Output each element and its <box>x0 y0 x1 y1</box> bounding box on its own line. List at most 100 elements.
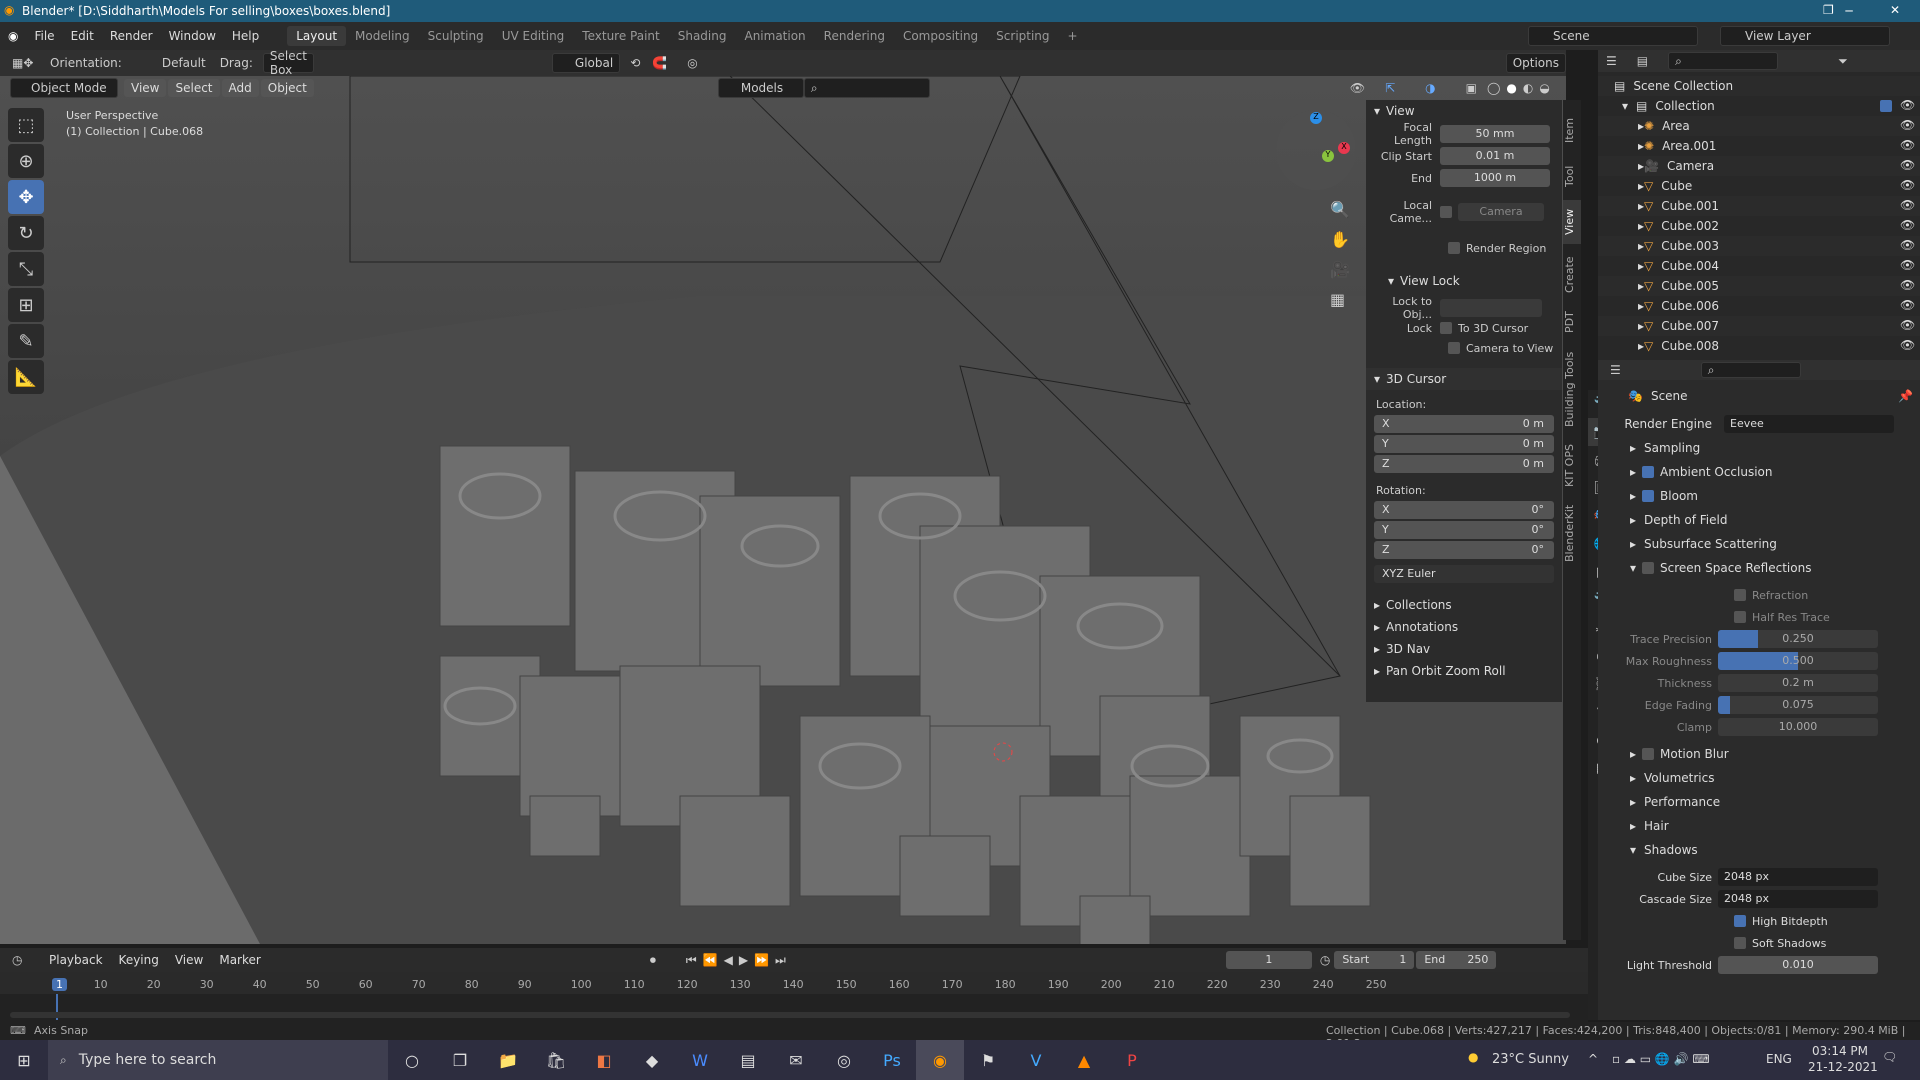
weather-text[interactable]: 23°C Sunny <box>1492 1052 1569 1067</box>
solid-shading-icon[interactable]: ● <box>1506 81 1516 95</box>
jump-start-icon[interactable]: ⏮ <box>686 953 697 968</box>
file-explorer-icon[interactable]: 📁 <box>484 1040 532 1080</box>
vpn-icon[interactable]: V <box>1012 1040 1060 1080</box>
outliner-item[interactable]: ▸ ▽ Cube.002 👁 <box>1598 216 1920 236</box>
windows-start-icon[interactable]: ⊞ <box>0 1040 48 1080</box>
local-camera-field[interactable]: Camera <box>1458 203 1544 221</box>
vlc-icon[interactable]: ▲ <box>1060 1040 1108 1080</box>
properties-search[interactable]: ⌕ <box>1700 362 1801 378</box>
hair-section[interactable]: ▸ Hair <box>1598 814 1920 838</box>
3d-viewport[interactable]: User Perspective (1) Collection | Cube.0… <box>0 76 1566 944</box>
ssr-field[interactable]: 0.500 <box>1718 652 1878 670</box>
cursor-loc-z[interactable]: Z0 m <box>1374 455 1554 473</box>
cursor-loc-y[interactable]: Y0 m <box>1374 435 1554 453</box>
bloom-section[interactable]: ▸ Bloom <box>1598 484 1920 508</box>
volumetrics-section[interactable]: ▸ Volumetrics <box>1598 766 1920 790</box>
eye-icon[interactable]: 👁 <box>1900 298 1915 312</box>
collection-eye-icon[interactable]: 👁 <box>1900 98 1915 112</box>
menu-keying[interactable]: Keying <box>112 951 166 969</box>
tab-texture-paint[interactable]: Texture Paint <box>573 26 668 46</box>
menu-playback[interactable]: Playback <box>42 951 110 969</box>
snap-icon[interactable]: 🧲 <box>652 56 667 70</box>
xray-icon[interactable]: ▣ <box>1466 81 1477 95</box>
high-bitdepth-checkbox[interactable] <box>1734 915 1746 927</box>
cortana-icon[interactable]: ○ <box>388 1040 436 1080</box>
ssr-section[interactable]: ▾ Screen Space Reflections <box>1598 556 1920 580</box>
outliner-item[interactable]: ▸ ▽ Cube.008 👁 <box>1598 336 1920 356</box>
gizmo-z-axis[interactable]: Z <box>1310 112 1322 124</box>
outliner-item[interactable]: ▸ ▽ Cube.003 👁 <box>1598 236 1920 256</box>
ssr-field[interactable]: 0.075 <box>1718 696 1878 714</box>
clock-date[interactable]: 21-12-2021 <box>1808 1060 1878 1074</box>
shadows-section[interactable]: ▾ Shadows <box>1598 838 1920 862</box>
pivot-icon[interactable]: ⟲ <box>630 56 640 70</box>
gizmo-toggle-icon[interactable]: ⇱ <box>1385 81 1395 95</box>
outliner-item[interactable]: ▸ 🎥 Camera 👁 <box>1598 156 1920 176</box>
3d-nav-section[interactable]: ▸ 3D Nav <box>1366 638 1562 660</box>
tab-sculpting[interactable]: Sculpting <box>419 26 493 46</box>
cursor-loc-x[interactable]: X0 m <box>1374 415 1554 433</box>
next-key-icon[interactable]: ⏩ <box>754 953 769 967</box>
eye-icon[interactable]: 👁 <box>1900 318 1915 332</box>
record-icon[interactable]: ⏺ <box>650 953 656 968</box>
outliner-item[interactable]: ▸ ▽ Cube.007 👁 <box>1598 316 1920 336</box>
tab-compositing[interactable]: Compositing <box>894 26 987 46</box>
gizmo-y-axis[interactable]: Y <box>1322 150 1334 162</box>
ssr-field[interactable]: 0.250 <box>1718 630 1878 648</box>
outliner-editor-icon[interactable]: ☰ <box>1606 54 1617 68</box>
close-button[interactable]: ✕ <box>1890 3 1900 17</box>
tab-animation[interactable]: Animation <box>735 26 814 46</box>
menu-render[interactable]: Render <box>102 29 161 43</box>
view-section-header[interactable]: ▾ View <box>1366 100 1562 122</box>
menu-view[interactable]: View <box>124 79 167 97</box>
tab-rendering[interactable]: Rendering <box>815 26 894 46</box>
menu-add[interactable]: Add <box>221 79 259 97</box>
jump-end-icon[interactable]: ⏭ <box>775 953 786 968</box>
tab-blenderkit[interactable]: BlenderKit <box>1563 498 1581 568</box>
cursor-rot-x[interactable]: X 0° <box>1374 501 1554 519</box>
rendered-shading-icon[interactable]: ◒ <box>1539 81 1549 95</box>
outliner-item[interactable]: ▸ ▽ Cube.001 👁 <box>1598 196 1920 216</box>
transform-tool-icon[interactable]: ⊞ <box>8 288 44 322</box>
properties-editor-icon[interactable]: ☰ <box>1610 363 1621 377</box>
drag-dropdown[interactable]: Select Box <box>262 49 314 77</box>
timeline-editor-icon[interactable]: ◷ <box>12 953 42 967</box>
taskbar-search[interactable]: ⌕ Type here to search <box>48 1040 388 1080</box>
dof-section[interactable]: ▸ Depth of Field <box>1598 508 1920 532</box>
orientation-dropdown[interactable]: Default <box>140 53 212 73</box>
editor-type-icon[interactable]: ▦ <box>12 56 23 70</box>
tab-create[interactable]: Create <box>1563 250 1581 300</box>
menu-edit[interactable]: Edit <box>63 29 102 43</box>
collection-label[interactable]: Collection <box>1655 99 1714 113</box>
material-shading-icon[interactable]: ◐ <box>1523 81 1533 95</box>
ssr-field[interactable]: 10.000 <box>1718 718 1878 736</box>
word-icon[interactable]: W <box>676 1040 724 1080</box>
bloom-checkbox[interactable] <box>1642 490 1655 502</box>
collection-filter-dropdown[interactable]: Models <box>717 78 804 98</box>
refraction-checkbox[interactable] <box>1734 589 1746 601</box>
current-frame-field[interactable]: 1 <box>1225 951 1312 969</box>
pan-orbit-section[interactable]: ▸ Pan Orbit Zoom Roll <box>1366 660 1562 682</box>
camera-view-icon[interactable]: 🎥 <box>1330 260 1350 279</box>
filter-icon[interactable]: ⏷ <box>1838 54 1848 69</box>
play-icon[interactable]: ▶ <box>739 953 748 967</box>
eye-icon[interactable]: 👁 <box>1900 198 1915 212</box>
ortho-grid-icon[interactable]: ▦ <box>1330 290 1345 309</box>
tab-scripting[interactable]: Scripting <box>987 26 1058 46</box>
powerpoint-icon[interactable]: P <box>1108 1040 1156 1080</box>
eye-icon[interactable]: 👁 <box>1900 258 1915 272</box>
display-mode-icon[interactable]: ▤ <box>1637 54 1648 68</box>
store-icon[interactable]: 🛍 <box>532 1040 580 1080</box>
mail-icon[interactable]: ✉ <box>772 1040 820 1080</box>
play-reverse-icon[interactable]: ◀ <box>724 953 733 967</box>
annotate-tool-icon[interactable]: ✎ <box>8 324 44 358</box>
eye-icon[interactable]: 👁 <box>1900 218 1915 232</box>
wireframe-shading-icon[interactable]: ◯ <box>1487 81 1500 95</box>
viewport-search[interactable]: ⌕ <box>803 78 930 98</box>
clip-start-field[interactable]: 0.01 m <box>1440 147 1550 165</box>
menu-object[interactable]: Object <box>260 79 314 97</box>
rotate-tool-icon[interactable]: ↻ <box>8 216 44 250</box>
collection-checkbox[interactable] <box>1880 100 1892 112</box>
proportional-edit-icon[interactable]: ◎ <box>687 56 697 70</box>
motion-blur-section[interactable]: ▸ Motion Blur <box>1598 742 1920 766</box>
